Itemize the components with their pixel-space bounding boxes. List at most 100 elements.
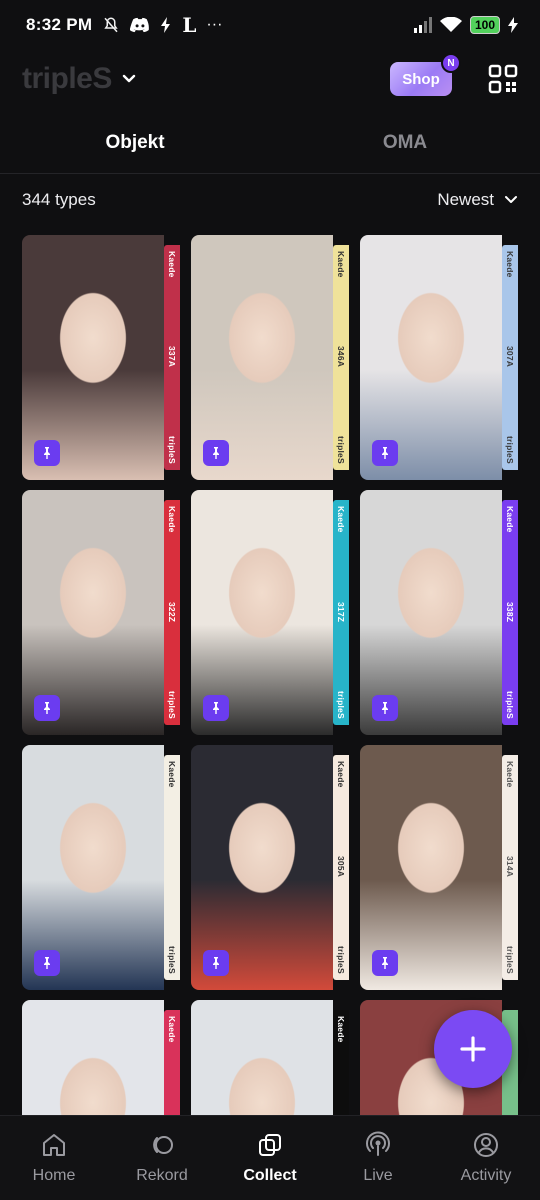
- live-icon: [366, 1131, 390, 1156]
- pin-icon: [213, 447, 219, 459]
- activity-icon: [474, 1133, 498, 1157]
- app-letter-icon: L: [182, 13, 197, 37]
- nav-home-label: Home: [32, 1167, 76, 1184]
- objekt-code: 317Z: [336, 601, 346, 622]
- nav-activity[interactable]: Activity: [432, 1116, 540, 1200]
- triples-logo[interactable]: tripleS: [22, 62, 112, 96]
- objekt-card-band: Kaede 346A tripleS: [333, 245, 349, 470]
- pin-icon: [213, 957, 219, 969]
- pin-icon: [213, 702, 219, 714]
- rekord-icon: [153, 1136, 173, 1154]
- pin-button[interactable]: [34, 950, 60, 976]
- status-time: 8:32 PM: [26, 15, 93, 34]
- pin-button[interactable]: [203, 950, 229, 976]
- pin-button[interactable]: [372, 695, 398, 721]
- objekt-brand: tripleS: [167, 436, 177, 464]
- objekt-code: 305A: [336, 856, 346, 878]
- objekt-card[interactable]: Kaede: [22, 1000, 180, 1115]
- pin-icon: [382, 447, 388, 459]
- objekt-code: 338Z: [505, 601, 515, 622]
- objekt-card-band: Kaede 338Z tripleS: [502, 500, 518, 725]
- objekt-card[interactable]: Kaede 317Z tripleS: [191, 490, 349, 735]
- objekt-member: Kaede: [505, 761, 515, 788]
- bottom-nav: Home Rekord Collect Live Activity: [0, 1115, 540, 1200]
- chevron-down-icon: [505, 196, 517, 203]
- sort-dropdown[interactable]: Newest: [437, 190, 518, 210]
- shop-button-label: Shop: [402, 70, 440, 88]
- battery-indicator: 100: [469, 16, 500, 34]
- objekt-member: Kaede: [167, 1016, 177, 1043]
- collect-icon: [259, 1134, 281, 1156]
- pin-icon: [44, 957, 50, 969]
- objekt-member: Kaede: [336, 506, 346, 533]
- pin-button[interactable]: [203, 695, 229, 721]
- objekt-code: 322Z: [167, 601, 177, 622]
- qr-scan-icon[interactable]: [488, 64, 518, 94]
- pin-icon: [44, 702, 50, 714]
- tab-oma[interactable]: OMA: [270, 112, 540, 173]
- objekt-card[interactable]: Kaede 337A tripleS: [22, 235, 180, 480]
- filter-row: 344 types Newest: [22, 180, 518, 220]
- flash-icon: [161, 17, 171, 33]
- objekt-card[interactable]: Kaede 346A tripleS: [191, 235, 349, 480]
- discord-icon: [130, 17, 150, 33]
- objekt-photo: [22, 1000, 164, 1115]
- objekt-card[interactable]: Kaede: [191, 1000, 349, 1115]
- status-bar: 8:32 PM L ··· 100: [0, 0, 540, 50]
- objekt-card[interactable]: Kaede 305A tripleS: [191, 745, 349, 990]
- more-notifications-icon: ···: [206, 16, 223, 33]
- plus-icon: [460, 1036, 486, 1062]
- pin-button[interactable]: [34, 695, 60, 721]
- nav-rekord-label: Rekord: [136, 1167, 188, 1184]
- objekt-card-band: Kaede 314A tripleS: [502, 755, 518, 980]
- objekt-photo: [191, 1000, 333, 1115]
- nav-collect-label: Collect: [243, 1167, 297, 1184]
- objekt-card-band: Kaede 337A tripleS: [164, 245, 180, 470]
- pin-icon: [44, 447, 50, 459]
- nav-activity-label: Activity: [460, 1167, 512, 1184]
- objekt-card-band: Kaede: [164, 1010, 180, 1115]
- nav-home[interactable]: Home: [0, 1116, 108, 1200]
- objekt-member: Kaede: [336, 1016, 346, 1043]
- chevron-down-icon[interactable]: [122, 72, 136, 86]
- objekt-member: Kaede: [336, 761, 346, 788]
- objekt-grid: Kaede 337A tripleS Kaede 346A tripleS Kaede 307…: [22, 235, 518, 1115]
- objekt-card-band: Kaede: [333, 1010, 349, 1115]
- pin-icon: [382, 957, 388, 969]
- objekt-card-band: Kaede 305A tripleS: [333, 755, 349, 980]
- nav-collect[interactable]: Collect: [216, 1116, 324, 1200]
- nav-rekord[interactable]: Rekord: [108, 1116, 216, 1200]
- objekt-code: 307A: [505, 346, 515, 368]
- objekt-card[interactable]: Kaede 322Z tripleS: [22, 490, 180, 735]
- objekt-member: Kaede: [336, 251, 346, 278]
- signal-icon: [413, 17, 432, 33]
- add-button[interactable]: [434, 1010, 512, 1088]
- objekt-brand: tripleS: [505, 691, 515, 719]
- nav-live[interactable]: Live: [324, 1116, 432, 1200]
- objekt-member: Kaede: [505, 251, 515, 278]
- types-count: 344 types: [22, 190, 96, 209]
- tab-objekt[interactable]: Objekt: [0, 112, 270, 173]
- pin-button[interactable]: [372, 440, 398, 466]
- objekt-brand: tripleS: [505, 946, 515, 974]
- objekt-code: 337A: [167, 346, 177, 368]
- shop-button[interactable]: Shop N: [390, 53, 461, 96]
- objekt-card[interactable]: Kaede 314A tripleS: [360, 745, 518, 990]
- objekt-brand: tripleS: [336, 691, 346, 719]
- collection-tabs: Objekt OMA: [0, 112, 540, 174]
- shop-new-badge: N: [441, 53, 461, 73]
- objekt-brand: tripleS: [167, 691, 177, 719]
- objekt-member: Kaede: [167, 251, 177, 278]
- objekt-card[interactable]: Kaede 338Z tripleS: [360, 490, 518, 735]
- pin-button[interactable]: [372, 950, 398, 976]
- mute-notification-icon: [104, 17, 119, 33]
- objekt-card-band: Kaede 307A tripleS: [502, 245, 518, 470]
- objekt-card[interactable]: Kaede 307A tripleS: [360, 235, 518, 480]
- charging-icon: [508, 17, 518, 33]
- pin-button[interactable]: [34, 440, 60, 466]
- objekt-card[interactable]: Kaede tripleS: [22, 745, 180, 990]
- objekt-brand: tripleS: [336, 946, 346, 974]
- pin-button[interactable]: [203, 440, 229, 466]
- objekt-brand: tripleS: [336, 436, 346, 464]
- sort-label: Newest: [437, 190, 494, 209]
